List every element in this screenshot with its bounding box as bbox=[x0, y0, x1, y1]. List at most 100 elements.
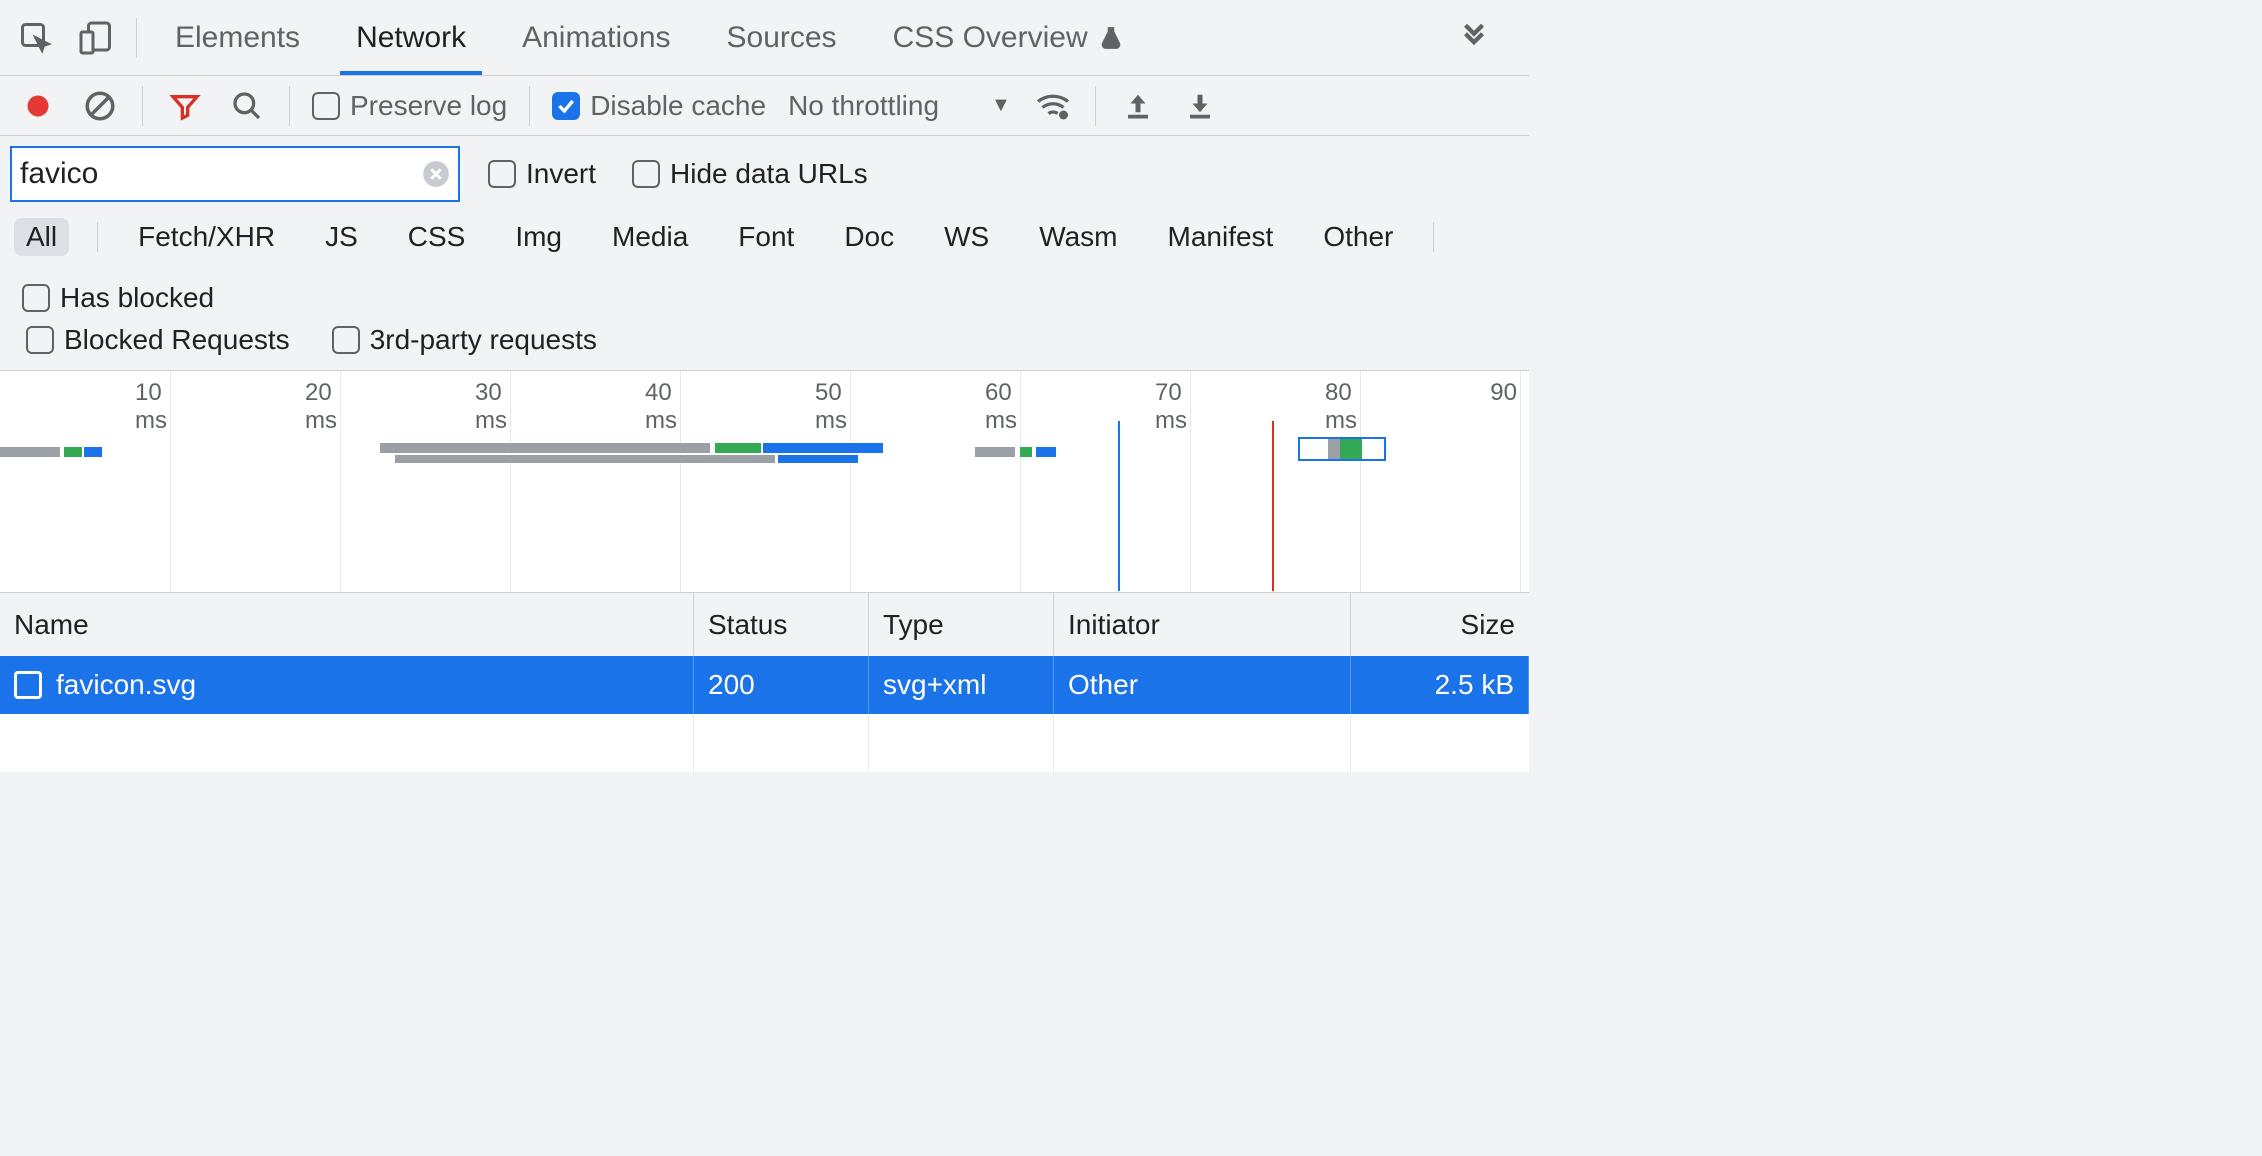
type-filter-row: All Fetch/XHR JS CSS Img Media Font Doc … bbox=[0, 212, 1529, 320]
waterfall-bar bbox=[64, 447, 82, 457]
tab-css-overview[interactable]: CSS Overview bbox=[867, 0, 1150, 75]
filter-input-wrap bbox=[10, 146, 460, 202]
cell-size: 2.5 kB bbox=[1435, 669, 1514, 701]
column-size[interactable]: Size bbox=[1351, 593, 1529, 656]
network-table-body: favicon.svg 200 svg+xml Other 2.5 kB bbox=[0, 656, 1529, 772]
network-table-header: Name Status Type Initiator Size bbox=[0, 592, 1529, 656]
tick-label: 10 ms bbox=[135, 379, 167, 435]
invert-checkbox[interactable]: Invert bbox=[480, 158, 604, 190]
third-party-label: 3rd-party requests bbox=[370, 324, 597, 356]
cell-type: svg+xml bbox=[883, 669, 986, 701]
cell-name: favicon.svg bbox=[56, 669, 196, 701]
cell-initiator: Other bbox=[1068, 669, 1138, 701]
network-toolbar: Preserve log Disable cache No throttling… bbox=[0, 76, 1529, 136]
preserve-log-label: Preserve log bbox=[350, 90, 507, 122]
clear-button[interactable] bbox=[72, 78, 128, 134]
search-icon[interactable] bbox=[219, 78, 275, 134]
tab-network[interactable]: Network bbox=[330, 0, 492, 75]
type-filter-doc[interactable]: Doc bbox=[832, 218, 906, 256]
separator bbox=[289, 86, 290, 126]
domcontentloaded-line bbox=[1118, 421, 1120, 591]
inspect-element-icon[interactable] bbox=[8, 10, 64, 66]
checkbox-icon bbox=[22, 284, 50, 312]
type-filter-fetchxhr[interactable]: Fetch/XHR bbox=[126, 218, 287, 256]
devtools-tabs-bar: Elements Network Animations Sources CSS … bbox=[0, 0, 1529, 76]
import-har-icon[interactable] bbox=[1172, 78, 1228, 134]
filter-row: Invert Hide data URLs bbox=[0, 136, 1529, 212]
waterfall-bar bbox=[395, 455, 775, 463]
checkbox-icon bbox=[632, 160, 660, 188]
disable-cache-checkbox[interactable]: Disable cache bbox=[544, 90, 774, 122]
column-initiator[interactable]: Initiator bbox=[1054, 593, 1351, 656]
type-filter-img[interactable]: Img bbox=[503, 218, 574, 256]
separator bbox=[1433, 222, 1434, 252]
has-blocked-label: Has blocked bbox=[60, 282, 214, 314]
checkbox-checked-icon bbox=[552, 92, 580, 120]
waterfall-selection bbox=[1298, 437, 1386, 461]
hide-data-urls-checkbox[interactable]: Hide data URLs bbox=[624, 158, 876, 190]
waterfall-bar bbox=[1036, 447, 1056, 457]
column-status[interactable]: Status bbox=[694, 593, 869, 656]
waterfall-bar bbox=[0, 447, 60, 457]
checkbox-icon bbox=[488, 160, 516, 188]
column-type[interactable]: Type bbox=[869, 593, 1054, 656]
checkbox-icon bbox=[332, 326, 360, 354]
clear-filter-icon[interactable] bbox=[422, 160, 450, 188]
type-filter-wasm[interactable]: Wasm bbox=[1027, 218, 1129, 256]
waterfall-bar bbox=[715, 443, 761, 453]
has-blocked-checkbox[interactable]: Has blocked bbox=[14, 282, 222, 314]
table-row[interactable]: favicon.svg 200 svg+xml Other 2.5 kB bbox=[0, 656, 1529, 714]
waterfall-bar bbox=[380, 443, 710, 453]
blocked-requests-checkbox[interactable]: Blocked Requests bbox=[18, 324, 298, 356]
type-filter-ws[interactable]: WS bbox=[932, 218, 1001, 256]
record-button[interactable] bbox=[10, 78, 66, 134]
filter-toggle-icon[interactable] bbox=[157, 78, 213, 134]
waterfall-bar bbox=[975, 447, 1015, 457]
tick-label: 90 bbox=[1490, 379, 1517, 407]
tick-label: 30 ms bbox=[475, 379, 507, 435]
hide-data-urls-label: Hide data URLs bbox=[670, 158, 868, 190]
type-filter-js[interactable]: JS bbox=[313, 218, 370, 256]
tab-animations[interactable]: Animations bbox=[496, 0, 696, 75]
type-filter-manifest[interactable]: Manifest bbox=[1156, 218, 1286, 256]
throttling-value: No throttling bbox=[788, 90, 939, 122]
tick-label: 20 ms bbox=[305, 379, 337, 435]
invert-label: Invert bbox=[526, 158, 596, 190]
preserve-log-checkbox[interactable]: Preserve log bbox=[304, 90, 515, 122]
waterfall-bar bbox=[1020, 447, 1032, 457]
type-filter-css[interactable]: CSS bbox=[396, 218, 478, 256]
tab-sources[interactable]: Sources bbox=[701, 0, 863, 75]
load-line bbox=[1272, 421, 1274, 591]
type-filter-all[interactable]: All bbox=[14, 218, 69, 256]
third-party-checkbox[interactable]: 3rd-party requests bbox=[324, 324, 605, 356]
tick-label: 80 ms bbox=[1325, 379, 1357, 435]
type-filter-media[interactable]: Media bbox=[600, 218, 700, 256]
tick-label: 50 ms bbox=[815, 379, 847, 435]
throttling-select[interactable]: No throttling ▼ bbox=[780, 90, 1019, 122]
filter-row-2: Blocked Requests 3rd-party requests bbox=[0, 320, 1529, 370]
network-overview[interactable]: 10 ms 20 ms 30 ms 40 ms 50 ms 60 ms 70 m… bbox=[0, 370, 1529, 592]
device-toolbar-icon[interactable] bbox=[68, 10, 124, 66]
waterfall-bar bbox=[84, 447, 102, 457]
waterfall-bar bbox=[778, 455, 858, 463]
checkbox-icon bbox=[312, 92, 340, 120]
more-tabs-icon[interactable] bbox=[1457, 21, 1491, 55]
separator bbox=[142, 86, 143, 126]
column-name[interactable]: Name bbox=[0, 593, 694, 656]
file-icon bbox=[14, 671, 42, 699]
export-har-icon[interactable] bbox=[1110, 78, 1166, 134]
separator bbox=[97, 222, 98, 252]
separator bbox=[136, 18, 137, 58]
checkbox-icon bbox=[26, 326, 54, 354]
network-conditions-icon[interactable] bbox=[1025, 78, 1081, 134]
blocked-requests-label: Blocked Requests bbox=[64, 324, 290, 356]
type-filter-font[interactable]: Font bbox=[726, 218, 806, 256]
tab-elements[interactable]: Elements bbox=[149, 0, 326, 75]
tick-label: 40 ms bbox=[645, 379, 677, 435]
filter-input[interactable] bbox=[20, 157, 422, 191]
type-filter-other[interactable]: Other bbox=[1311, 218, 1405, 256]
separator bbox=[529, 86, 530, 126]
tick-label: 60 ms bbox=[985, 379, 1017, 435]
tick-label: 70 ms bbox=[1155, 379, 1187, 435]
table-row-empty bbox=[0, 714, 1529, 772]
